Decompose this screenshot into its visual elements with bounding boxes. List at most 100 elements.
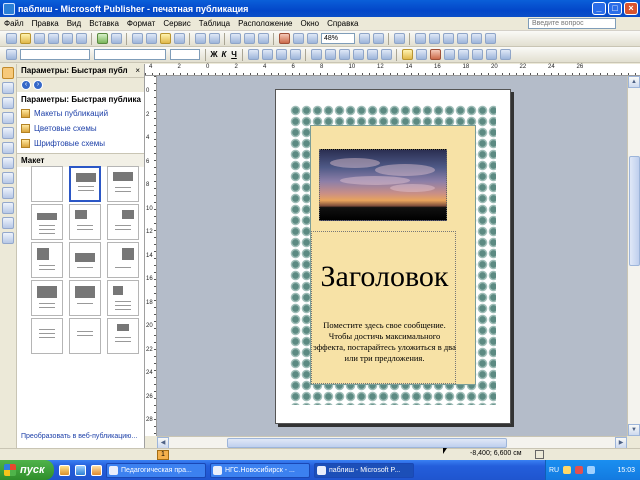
decrease-font-icon[interactable] [366, 49, 378, 60]
help-question-input[interactable]: Введите вопрос [528, 18, 616, 29]
layout-thumbnail[interactable] [107, 204, 139, 240]
oval-tool-icon[interactable] [2, 172, 14, 184]
menu-tools[interactable]: Сервис [159, 17, 194, 31]
underline-button[interactable]: Ч [229, 50, 239, 59]
tray-volume-icon[interactable] [587, 466, 596, 474]
wordart-icon[interactable] [2, 112, 14, 124]
align-left-icon[interactable] [414, 33, 426, 44]
back-icon[interactable]: ‹ [21, 80, 31, 90]
copy-icon[interactable] [145, 33, 157, 44]
dash-style-icon[interactable] [470, 33, 482, 44]
link-color-schemes[interactable]: Цветовые схемы [17, 121, 144, 136]
task-pane-close-icon[interactable]: × [135, 66, 140, 75]
hot-spot-icon[interactable] [2, 217, 14, 229]
insert-hyperlink-icon[interactable] [278, 33, 290, 44]
styles-icon[interactable] [5, 49, 17, 60]
layout-thumbnail[interactable] [31, 166, 63, 202]
decrease-indent-icon[interactable] [338, 49, 350, 60]
insert-table-icon[interactable] [2, 97, 14, 109]
mail-icon[interactable] [47, 33, 59, 44]
tray-antivirus-icon[interactable] [575, 466, 584, 474]
line-weight-icon[interactable] [443, 49, 455, 60]
format-painter-icon[interactable] [173, 33, 185, 44]
link-font-schemes[interactable]: Шрифтовые схемы [17, 136, 144, 151]
design-gallery-icon[interactable] [2, 232, 14, 244]
close-button[interactable]: × [624, 2, 638, 15]
minimize-button[interactable]: _ [592, 2, 606, 15]
taskbar-button-browser[interactable]: НГС.Новосибирск - ... [210, 462, 310, 478]
line-style-icon[interactable] [456, 33, 468, 44]
start-button[interactable]: пуск [0, 460, 54, 480]
bullets-icon[interactable] [324, 49, 336, 60]
vertical-scrollbar[interactable]: ▲ ▼ [627, 76, 640, 436]
menu-view[interactable]: Вид [63, 17, 85, 31]
vertical-ruler[interactable]: 0 2 4 6 8 10 12 14 16 18 20 22 24 26 28 [145, 76, 157, 436]
text-frame[interactable]: Заголовок Поместите здесь свое сообщение… [311, 231, 456, 384]
horizontal-scroll-thumb[interactable] [227, 438, 507, 448]
line-tool-icon[interactable] [2, 142, 14, 154]
picture-frame-icon[interactable] [2, 127, 14, 139]
print-preview-icon[interactable] [75, 33, 87, 44]
menu-help[interactable]: Справка [323, 17, 362, 31]
layout-thumbnail[interactable] [107, 242, 139, 278]
publisher-app-icon[interactable] [3, 2, 15, 15]
zoom-in-icon[interactable] [372, 33, 384, 44]
dash-icon[interactable] [457, 49, 469, 60]
quicklaunch-explorer-icon[interactable] [91, 464, 102, 476]
taskbar-button-publisher[interactable]: паблиш - Microsoft P... [314, 462, 414, 478]
increase-indent-icon[interactable] [352, 49, 364, 60]
font-color-icon[interactable] [429, 49, 441, 60]
page-navigator[interactable]: 1 [157, 450, 169, 460]
convert-to-web-link[interactable]: Преобразовать в веб-публикацию... [21, 433, 137, 440]
spelling-icon[interactable] [96, 33, 108, 44]
text-box-icon[interactable] [2, 82, 14, 94]
line-color-icon[interactable] [415, 49, 427, 60]
layout-thumbnail[interactable] [107, 166, 139, 202]
style-select[interactable] [20, 49, 90, 60]
font-size-select[interactable] [170, 49, 200, 60]
cut-icon[interactable] [131, 33, 143, 44]
rotate-icon[interactable] [257, 33, 269, 44]
zoom-select[interactable]: 48% [321, 33, 355, 44]
horizontal-scrollbar[interactable]: ◀ ▶ [157, 436, 627, 449]
select-objects-icon[interactable] [2, 67, 14, 79]
fill-color-icon[interactable] [401, 49, 413, 60]
help-icon[interactable] [393, 33, 405, 44]
link-publication-designs[interactable]: Макеты публикаций [17, 106, 144, 121]
font-select[interactable] [94, 49, 166, 60]
quicklaunch-desktop-icon[interactable] [59, 464, 70, 476]
scroll-down-icon[interactable]: ▼ [628, 424, 640, 436]
undo-icon[interactable] [194, 33, 206, 44]
align-center-icon[interactable] [428, 33, 440, 44]
menu-format[interactable]: Формат [123, 17, 159, 31]
page-headline[interactable]: Заголовок [312, 260, 457, 294]
layout-thumbnail[interactable] [69, 204, 101, 240]
layout-thumbnail[interactable] [31, 242, 63, 278]
layout-thumbnail[interactable] [69, 280, 101, 316]
forward-icon[interactable]: › [33, 80, 43, 90]
align-right-icon[interactable] [442, 33, 454, 44]
increase-font-icon[interactable] [380, 49, 392, 60]
print-icon[interactable] [61, 33, 73, 44]
redo-icon[interactable] [208, 33, 220, 44]
page-message[interactable]: Поместите здесь свое сообщение. Чтобы до… [312, 320, 457, 364]
numbering-icon[interactable] [310, 49, 322, 60]
layout-thumbnail-selected[interactable] [69, 166, 101, 202]
tray-network-icon[interactable] [563, 466, 572, 474]
task-pane-header-label[interactable]: Параметры: Быстрая публ [21, 66, 128, 75]
title-bar[interactable]: паблиш - Microsoft Publisher - печатная … [0, 0, 640, 17]
open-icon[interactable] [19, 33, 31, 44]
menu-table[interactable]: Таблица [195, 17, 234, 31]
menu-arrange[interactable]: Расположение [234, 17, 296, 31]
menu-window[interactable]: Окно [297, 17, 324, 31]
rectangle-tool-icon[interactable] [2, 187, 14, 199]
menu-insert[interactable]: Вставка [85, 17, 123, 31]
paragraph-marks-icon[interactable] [306, 33, 318, 44]
layout-thumbnail[interactable] [107, 280, 139, 316]
autoshapes-icon[interactable] [2, 202, 14, 214]
align-text-right-icon[interactable] [275, 49, 287, 60]
save-icon[interactable] [33, 33, 45, 44]
horizontal-ruler[interactable]: 4 2 0 2 4 6 8 10 12 14 16 18 20 22 24 26 [145, 64, 640, 76]
language-indicator[interactable]: RU [549, 467, 559, 474]
bring-forward-icon[interactable] [229, 33, 241, 44]
